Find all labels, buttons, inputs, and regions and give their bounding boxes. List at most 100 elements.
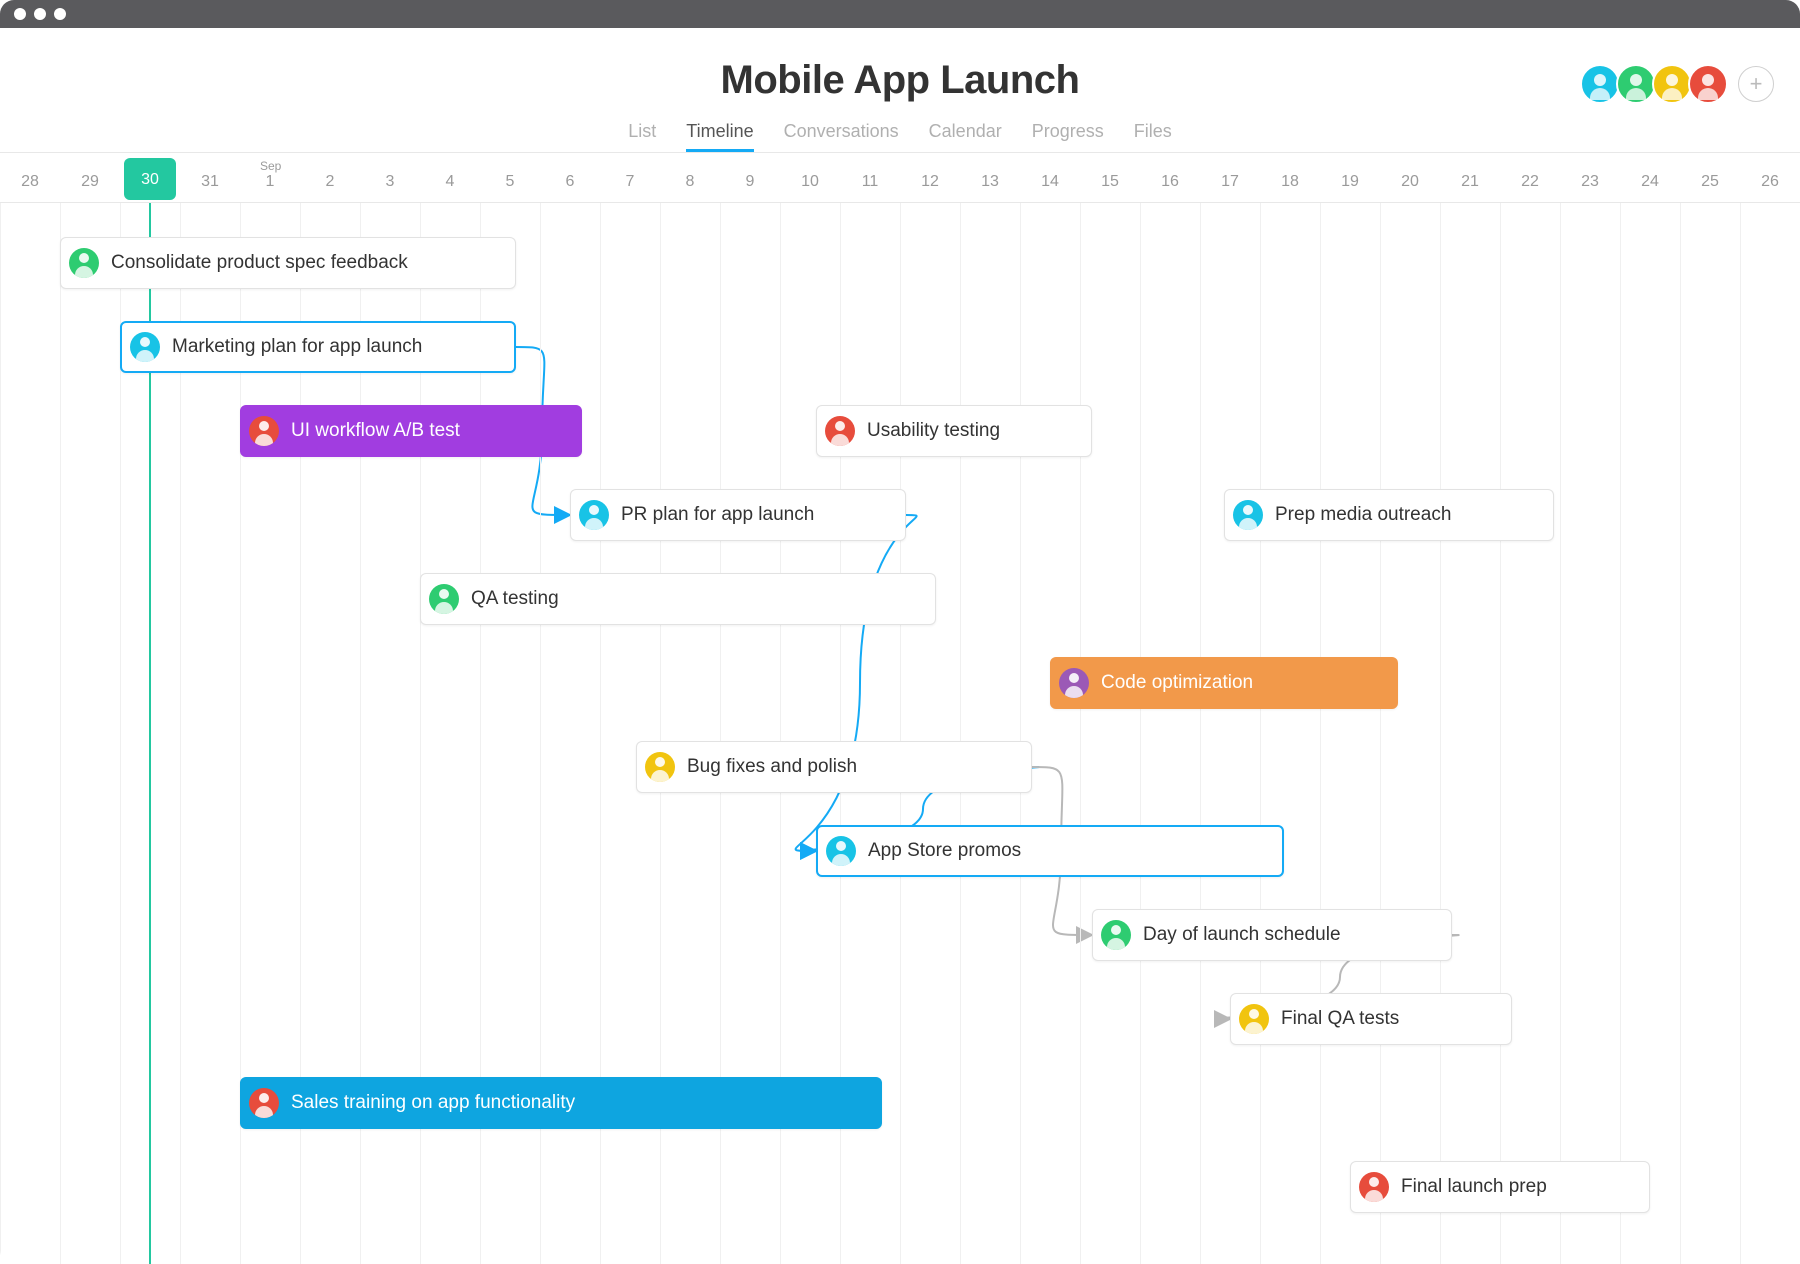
assignee-avatar: [69, 248, 99, 278]
date-cell[interactable]: 1: [240, 173, 300, 191]
tab-files[interactable]: Files: [1134, 121, 1172, 152]
member-avatar[interactable]: [1688, 64, 1728, 104]
task-label: UI workflow A/B test: [291, 420, 460, 442]
assignee-avatar: [130, 332, 160, 362]
task-promos[interactable]: App Store promos: [816, 825, 1284, 877]
date-cell[interactable]: 29: [60, 173, 120, 191]
task-label: Final launch prep: [1401, 1176, 1547, 1198]
tab-progress[interactable]: Progress: [1032, 121, 1104, 152]
assignee-avatar: [249, 1088, 279, 1118]
date-cell[interactable]: 14: [1020, 173, 1080, 191]
project-header: Mobile App Launch + List Timeline Conversa…: [0, 28, 1800, 153]
gridline: [1560, 203, 1561, 1264]
assignee-avatar: [249, 416, 279, 446]
task-label: QA testing: [471, 588, 559, 610]
task-prplan[interactable]: PR plan for app launch: [570, 489, 906, 541]
date-cell[interactable]: 6: [540, 173, 600, 191]
date-cell[interactable]: 22: [1500, 173, 1560, 191]
task-finalqa[interactable]: Final QA tests: [1230, 993, 1512, 1045]
date-cell[interactable]: 19: [1320, 173, 1380, 191]
date-cell[interactable]: 10: [780, 173, 840, 191]
date-cell[interactable]: 3: [360, 173, 420, 191]
task-consolidate[interactable]: Consolidate product spec feedback: [60, 237, 516, 289]
tab-timeline[interactable]: Timeline: [686, 121, 753, 152]
gridline: [1020, 203, 1021, 1264]
date-cell[interactable]: 7: [600, 173, 660, 191]
gantt-canvas[interactable]: Consolidate product spec feedback Marketi…: [0, 203, 1800, 1264]
gridline: [960, 203, 961, 1264]
assignee-avatar: [1233, 500, 1263, 530]
date-cell[interactable]: 5: [480, 173, 540, 191]
date-cell[interactable]: 26: [1740, 173, 1800, 191]
dependency-line: [796, 515, 917, 851]
task-label: Consolidate product spec feedback: [111, 252, 408, 274]
task-label: Sales training on app functionality: [291, 1092, 575, 1114]
task-abtest[interactable]: UI workflow A/B test: [240, 405, 582, 457]
task-sales[interactable]: Sales training on app functionality: [240, 1077, 882, 1129]
gridline: [1440, 203, 1441, 1264]
date-cell[interactable]: 12: [900, 173, 960, 191]
gridline: [1320, 203, 1321, 1264]
date-cell[interactable]: 15: [1080, 173, 1140, 191]
task-bugfix[interactable]: Bug fixes and polish: [636, 741, 1032, 793]
date-cell[interactable]: 24: [1620, 173, 1680, 191]
tab-calendar[interactable]: Calendar: [929, 121, 1002, 152]
date-cell[interactable]: 16: [1140, 173, 1200, 191]
gridline: [1140, 203, 1141, 1264]
assignee-avatar: [645, 752, 675, 782]
assignee-avatar: [1101, 920, 1131, 950]
gridline: [1080, 203, 1081, 1264]
task-usability[interactable]: Usability testing: [816, 405, 1092, 457]
gridline: [60, 203, 61, 1264]
task-prepmedia[interactable]: Prep media outreach: [1224, 489, 1554, 541]
date-today[interactable]: 30: [124, 158, 176, 200]
date-cell[interactable]: 21: [1440, 173, 1500, 191]
date-cell[interactable]: 11: [840, 173, 900, 191]
date-cell[interactable]: 9: [720, 173, 780, 191]
date-cell[interactable]: 31: [180, 173, 240, 191]
date-cell[interactable]: 25: [1680, 173, 1740, 191]
task-label: Prep media outreach: [1275, 504, 1451, 526]
gridline: [1260, 203, 1261, 1264]
task-label: Usability testing: [867, 420, 1000, 442]
date-cell[interactable]: 4: [420, 173, 480, 191]
gridline: [1200, 203, 1201, 1264]
task-codeopt[interactable]: Code optimization: [1050, 657, 1398, 709]
month-label: Sep: [260, 159, 281, 173]
date-cell[interactable]: 8: [660, 173, 720, 191]
date-cell[interactable]: 20: [1380, 173, 1440, 191]
member-avatar[interactable]: [1580, 64, 1620, 104]
add-member-button[interactable]: +: [1738, 66, 1774, 102]
date-cell[interactable]: 17: [1200, 173, 1260, 191]
view-tabs: List Timeline Conversations Calendar Progres…: [0, 121, 1800, 152]
task-qa[interactable]: QA testing: [420, 573, 936, 625]
date-cell[interactable]: 13: [960, 173, 1020, 191]
date-cell[interactable]: 2: [300, 173, 360, 191]
project-title: Mobile App Launch: [0, 58, 1800, 103]
tab-list[interactable]: List: [628, 121, 656, 152]
assignee-avatar: [1359, 1172, 1389, 1202]
date-ruler: Sep2829303112345678910111213141516171819…: [0, 153, 1800, 203]
gridline: [1680, 203, 1681, 1264]
date-cell[interactable]: 28: [0, 173, 60, 191]
date-cell[interactable]: 18: [1260, 173, 1320, 191]
date-cell[interactable]: 23: [1560, 173, 1620, 191]
traffic-light-dot[interactable]: [34, 8, 46, 20]
gridline: [0, 203, 1, 1264]
member-avatar[interactable]: [1652, 64, 1692, 104]
task-label: Bug fixes and polish: [687, 756, 857, 778]
task-finallaunch[interactable]: Final launch prep: [1350, 1161, 1650, 1213]
assignee-avatar: [825, 416, 855, 446]
task-dayof[interactable]: Day of launch schedule: [1092, 909, 1452, 961]
assignee-avatar: [429, 584, 459, 614]
traffic-light-dot[interactable]: [14, 8, 26, 20]
assignee-avatar: [1059, 668, 1089, 698]
assignee-avatar: [826, 836, 856, 866]
task-marketing[interactable]: Marketing plan for app launch: [120, 321, 516, 373]
member-avatar[interactable]: [1616, 64, 1656, 104]
task-label: Marketing plan for app launch: [172, 336, 422, 358]
window-titlebar: [0, 0, 1800, 28]
tab-conversations[interactable]: Conversations: [784, 121, 899, 152]
traffic-light-dot[interactable]: [54, 8, 66, 20]
task-label: Final QA tests: [1281, 1008, 1399, 1030]
